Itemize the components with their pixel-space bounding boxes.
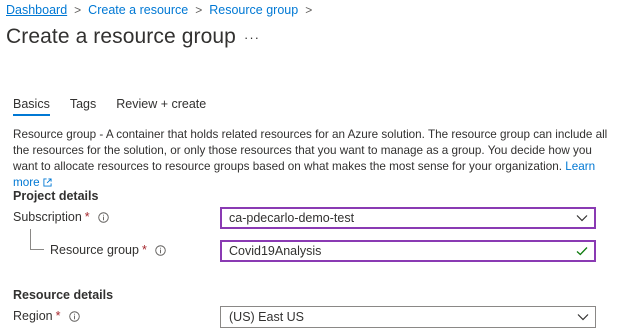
breadcrumb-create-resource[interactable]: Create a resource [88, 3, 188, 17]
region-label-row: Region * [13, 309, 80, 323]
resource-group-label-row: Resource group * [50, 243, 166, 257]
region-dropdown[interactable]: (US) East US [220, 306, 596, 328]
required-marker: * [84, 210, 90, 224]
subscription-label-row: Subscription * [13, 210, 109, 224]
info-icon[interactable] [97, 211, 109, 223]
chevron-down-icon [577, 311, 589, 323]
subscription-dropdown[interactable]: ca-pdecarlo-demo-test [220, 207, 596, 229]
project-details-heading: Project details [13, 189, 99, 203]
resource-details-heading: Resource details [13, 288, 114, 302]
tab-bar: Basics Tags Review + create [13, 97, 226, 116]
chevron-right-icon: > [195, 3, 203, 17]
tab-basics[interactable]: Basics [13, 97, 50, 116]
description-text: - A container that holds related resourc… [13, 128, 608, 173]
info-icon[interactable] [155, 244, 166, 256]
tab-tags[interactable]: Tags [70, 97, 96, 116]
chevron-down-icon [576, 212, 588, 224]
region-label: Region [13, 309, 53, 323]
check-icon [576, 245, 588, 257]
resource-group-value: Covid19Analysis [229, 244, 322, 258]
breadcrumb: Dashboard > Create a resource > Resource… [6, 3, 319, 17]
region-value: (US) East US [229, 310, 305, 324]
resource-group-label: Resource group [50, 243, 139, 257]
create-resource-group-page: Dashboard > Create a resource > Resource… [0, 0, 624, 334]
chevron-right-icon: > [74, 3, 82, 17]
page-title: Create a resource group [6, 25, 236, 48]
tree-connector [30, 229, 44, 250]
resource-group-input[interactable]: Covid19Analysis [220, 240, 596, 262]
description-lead: Resource group [13, 128, 97, 141]
resource-group-description: Resource group - A container that holds … [13, 127, 613, 191]
info-icon[interactable] [68, 310, 80, 322]
more-options-button[interactable]: ··· [244, 30, 260, 45]
breadcrumb-dashboard[interactable]: Dashboard [6, 3, 67, 17]
required-marker: * [141, 243, 147, 257]
tab-review-create[interactable]: Review + create [116, 97, 206, 116]
required-marker: * [55, 309, 61, 323]
breadcrumb-resource-group[interactable]: Resource group [209, 3, 298, 17]
chevron-right-icon: > [305, 3, 313, 17]
subscription-value: ca-pdecarlo-demo-test [229, 211, 355, 225]
external-link-icon [43, 178, 52, 187]
subscription-label: Subscription [13, 210, 82, 224]
